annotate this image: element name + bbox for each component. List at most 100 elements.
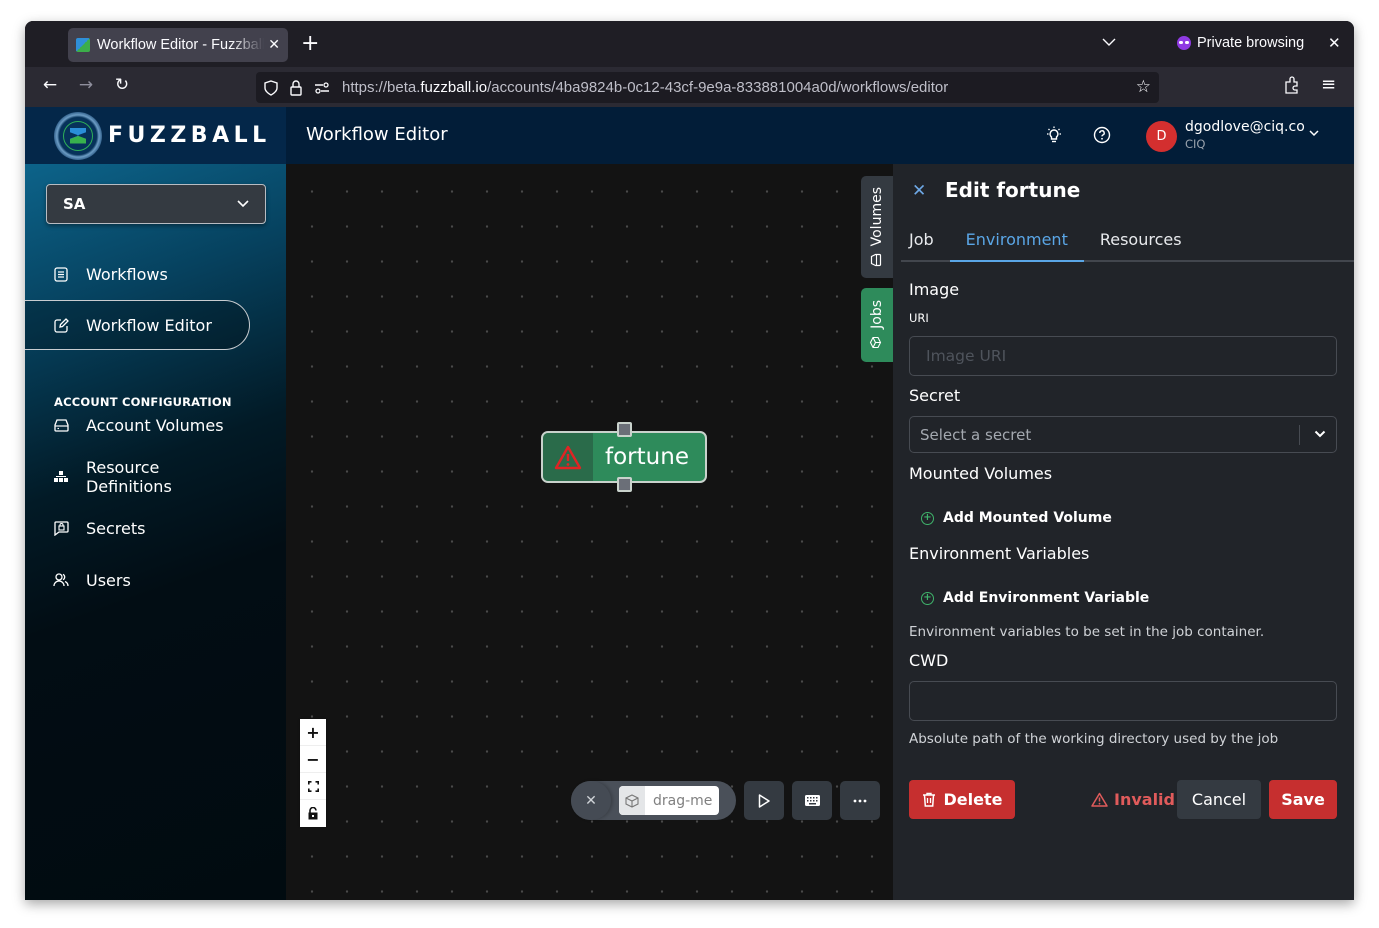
secret-select[interactable]: Select a secret (909, 416, 1337, 453)
node-output-handle[interactable] (617, 477, 632, 492)
environment-variables-heading: Environment Variables (909, 544, 1090, 563)
list-tabs-chevron-icon[interactable] (1102, 35, 1116, 51)
warning-icon (1091, 792, 1108, 807)
forward-arrow-icon[interactable]: → (74, 75, 98, 95)
browser-tab[interactable]: Workflow Editor - Fuzzball ✕ (68, 28, 288, 62)
sidebar-item-label: Users (86, 570, 131, 590)
theme-lightbulb-icon[interactable] (1044, 125, 1064, 145)
address-bar[interactable]: https://beta.fuzzball.io/accounts/4ba982… (256, 72, 1159, 103)
fuzzball-favicon-icon (76, 38, 90, 52)
add-mounted-volume-button[interactable]: + Add Mounted Volume (921, 510, 1112, 526)
reload-icon[interactable]: ↻ (110, 75, 134, 95)
more-options-button[interactable] (840, 781, 880, 820)
validation-status: Invalid (1091, 790, 1175, 809)
keyboard-shortcuts-button[interactable] (792, 781, 832, 820)
add-environment-variable-label: Add Environment Variable (943, 590, 1150, 606)
help-icon[interactable] (1092, 125, 1112, 145)
sidebar-item-workflows[interactable]: Workflows (25, 249, 250, 299)
brand-name: FUZZBALL (108, 123, 271, 148)
sidebar-item-label: Resource Definitions (85, 458, 172, 496)
users-icon (53, 572, 69, 588)
sidebar: FUZZBALL SA Workflows Workflow Editor AC… (25, 107, 286, 900)
select-separator (1299, 425, 1300, 445)
close-drag-button[interactable]: ✕ (571, 781, 611, 820)
jobs-side-tab[interactable]: Jobs (861, 288, 893, 362)
chevron-down-icon[interactable] (1314, 427, 1326, 441)
sidebar-item-label: Account Volumes (86, 415, 224, 435)
hamburger-menu-icon[interactable]: ≡ (1321, 74, 1336, 95)
app-header: Workflow Editor D dgodlove@ciq.co CIQ (286, 107, 1354, 164)
sidebar-item-label: Secrets (86, 518, 146, 538)
cube-icon (869, 336, 885, 348)
image-heading: Image (909, 280, 960, 299)
sidebar-item-label: Workflows (86, 264, 168, 284)
new-tab-button[interactable]: + (301, 32, 319, 56)
edit-job-panel: ✕ Edit fortune Job Environment Resources… (893, 164, 1354, 900)
user-email[interactable]: dgodlove@ciq.co (1185, 119, 1305, 135)
permissions-icon[interactable] (314, 81, 330, 94)
zoom-in-button[interactable]: + (300, 719, 326, 746)
workflow-canvas[interactable]: Volumes Jobs fortune + − ✕ drag-me (286, 164, 893, 900)
user-avatar[interactable]: D (1146, 121, 1177, 152)
cwd-input[interactable] (909, 681, 1337, 721)
drive-icon (870, 253, 884, 266)
delete-label: Delete (943, 790, 1003, 809)
url-text[interactable]: https://beta.fuzzball.io/accounts/4ba982… (342, 79, 948, 96)
private-mask-icon (1177, 36, 1191, 50)
drag-me-label: drag-me (653, 792, 713, 809)
sidebar-item-users[interactable]: Users (25, 555, 250, 605)
tab-resources[interactable]: Resources (1084, 224, 1198, 262)
volumes-tab-label: Volumes (869, 187, 885, 247)
account-selector[interactable]: SA (46, 184, 266, 224)
tab-environment[interactable]: Environment (949, 224, 1084, 262)
delete-button[interactable]: Delete (909, 780, 1015, 819)
cwd-label: CWD (909, 651, 949, 670)
fit-view-button[interactable] (300, 773, 326, 800)
save-button[interactable]: Save (1269, 780, 1337, 819)
add-environment-variable-button[interactable]: + Add Environment Variable (921, 590, 1149, 606)
panel-title: Edit fortune (945, 178, 1081, 202)
window-close-button[interactable]: ✕ (1328, 34, 1341, 52)
close-tab-icon[interactable]: ✕ (268, 37, 280, 53)
browser-tab-bar: Workflow Editor - Fuzzball ✕ + Private b… (25, 21, 1354, 67)
zoom-out-button[interactable]: − (300, 746, 326, 773)
sidebar-item-workflow-editor[interactable]: Workflow Editor (25, 300, 250, 350)
run-play-button[interactable] (744, 781, 784, 820)
bookmark-star-icon[interactable]: ☆ (1136, 77, 1151, 97)
hierarchy-icon (53, 469, 69, 485)
trash-icon (922, 792, 935, 807)
extensions-puzzle-icon[interactable] (1284, 76, 1300, 98)
image-uri-input[interactable] (909, 336, 1337, 376)
sidebar-item-resource-definitions[interactable]: Resource Definitions (25, 452, 250, 502)
volumes-side-tab[interactable]: Volumes (861, 176, 893, 278)
user-menu-chevron-icon[interactable] (1309, 126, 1319, 140)
url-prefix: https://beta. (342, 79, 421, 96)
logo[interactable]: FUZZBALL (25, 107, 286, 164)
lock-icon[interactable] (290, 79, 302, 96)
cancel-button[interactable]: Cancel (1177, 780, 1261, 819)
fuzzball-app: FUZZBALL SA Workflows Workflow Editor AC… (25, 107, 1354, 900)
shield-icon[interactable] (264, 79, 278, 96)
validation-status-label: Invalid (1114, 790, 1175, 809)
panel-tabs: Job Environment Resources (901, 224, 1354, 262)
node-input-handle[interactable] (617, 422, 632, 437)
drag-me-chip[interactable]: drag-me (619, 786, 719, 815)
tab-job[interactable]: Job (901, 224, 950, 262)
close-panel-icon[interactable]: ✕ (912, 181, 926, 201)
workflow-node-fortune[interactable]: fortune (541, 422, 707, 492)
warning-icon (543, 433, 593, 481)
uri-label: URI (909, 311, 929, 325)
url-domain: fuzzball.io (420, 79, 488, 96)
drive-icon (53, 417, 69, 433)
sidebar-item-account-volumes[interactable]: Account Volumes (25, 400, 250, 450)
sidebar-item-label: Workflow Editor (86, 315, 212, 335)
toggle-interactivity-lock-icon[interactable] (300, 800, 326, 827)
sidebar-item-secrets[interactable]: Secrets (25, 503, 250, 553)
back-arrow-icon[interactable]: ← (38, 75, 62, 95)
cube-icon (619, 786, 645, 815)
private-browsing-indicator: Private browsing (1177, 35, 1304, 51)
mounted-volumes-heading: Mounted Volumes (909, 464, 1053, 483)
chevron-down-icon (237, 197, 249, 211)
tab-title: Workflow Editor - Fuzzball (97, 37, 265, 53)
secret-label: Secret (909, 386, 961, 405)
